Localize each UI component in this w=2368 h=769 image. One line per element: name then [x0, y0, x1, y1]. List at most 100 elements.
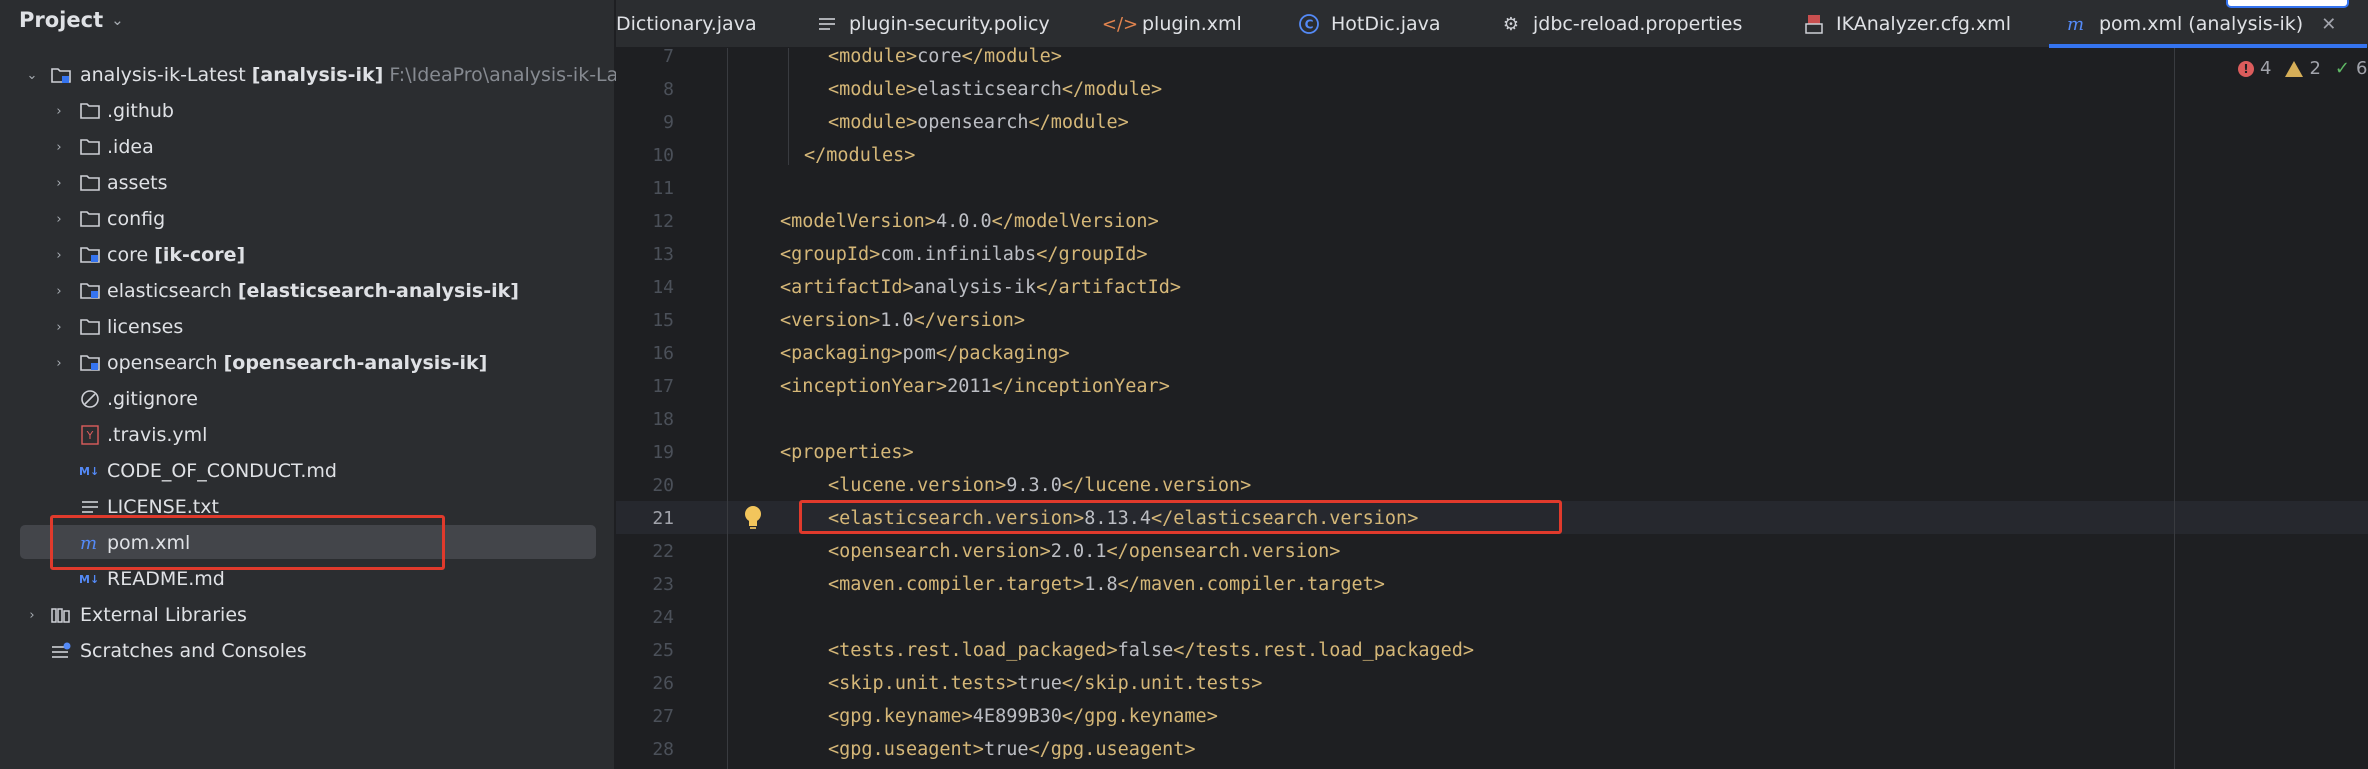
tree-file-code-of-conduct[interactable]: M↓ CODE_OF_CONDUCT.md [0, 453, 615, 489]
tree-item-label: .github [107, 100, 174, 122]
tree-item-label: licenses [107, 316, 184, 338]
project-header[interactable]: Project ⌄ [0, 0, 615, 40]
chevron-right-icon[interactable]: › [52, 212, 66, 227]
line-number: 24 [652, 607, 674, 628]
chevron-right-icon[interactable]: › [52, 320, 66, 335]
svg-text:M↓: M↓ [79, 465, 99, 478]
tree-item-licenses[interactable]: › licenses [0, 309, 615, 345]
line-number: 10 [652, 145, 674, 166]
tab-ikanalyzer-cfg-xml[interactable]: IKAnalyzer.cfg.xml [1802, 0, 2011, 48]
tree-item-external-libraries[interactable]: › External Libraries [0, 597, 615, 633]
project-panel: Project ⌄ ⌄ analysis-ik-Latest [analysis… [0, 0, 619, 769]
line-number: 7 [663, 46, 674, 67]
annotation-highlight-box [50, 515, 445, 570]
right-margin-guide [2174, 48, 2175, 769]
tree-file-label: .gitignore [107, 388, 198, 410]
chevron-down-icon[interactable]: ⌄ [111, 11, 124, 29]
module-folder-icon [50, 64, 72, 86]
tree-item-idea[interactable]: › .idea [0, 129, 615, 165]
tab-label: Dictionary.java [616, 13, 757, 35]
line-number: 8 [663, 79, 674, 100]
line-number: 25 [652, 640, 674, 661]
java-class-icon: C [1297, 12, 1321, 36]
code-line: <gpg.useagent>true</gpg.useagent> [828, 739, 1196, 760]
code-line: <skip.unit.tests>true</skip.unit.tests> [828, 673, 1263, 694]
root-module: [analysis-ik] [251, 64, 384, 86]
code-line: <version>1.0</version> [780, 310, 1026, 331]
tree-item-label: Scratches and Consoles [80, 640, 307, 662]
markdown-file-icon: M↓ [79, 460, 101, 482]
chevron-right-icon[interactable]: › [52, 104, 66, 119]
tab-pom-xml-active[interactable]: m pom.xml (analysis-ik) ✕ [2065, 0, 2336, 48]
chevron-right-icon[interactable]: › [52, 140, 66, 155]
markdown-file-icon: M↓ [79, 568, 101, 590]
tree-file-label: CODE_OF_CONDUCT.md [107, 460, 337, 482]
tree-file-travis[interactable]: Y .travis.yml [0, 417, 615, 453]
code-line: <opensearch.version>2.0.1</opensearch.ve… [828, 541, 1341, 562]
code-line: <lucene.version>9.3.0</lucene.version> [828, 475, 1252, 496]
xml-file-icon: </> [1101, 13, 1139, 35]
code-line: <module>elasticsearch</module> [828, 79, 1163, 100]
line-number: 28 [652, 739, 674, 760]
code-line: <modelVersion>4.0.0</modelVersion> [780, 211, 1159, 232]
gear-icon: ⚙ [1502, 13, 1520, 35]
svg-text:M↓: M↓ [79, 573, 99, 586]
tab-plugin-xml[interactable]: </> plugin.xml [1101, 0, 1242, 48]
gutter-separator [727, 48, 728, 769]
ignore-file-icon [79, 388, 101, 410]
error-icon: ! [2238, 60, 2254, 77]
root-name: analysis-ik-Latest [80, 64, 246, 86]
tree-item-opensearch[interactable]: › opensearch [opensearch-analysis-ik] [0, 345, 615, 381]
chevron-down-icon[interactable]: ⌄ [25, 68, 39, 83]
folder-icon [79, 208, 101, 230]
tree-item-elasticsearch[interactable]: › elasticsearch [elasticsearch-analysis-… [0, 273, 615, 309]
code-line: <inceptionYear>2011</inceptionYear> [780, 376, 1170, 397]
chevron-right-icon[interactable]: › [52, 284, 66, 299]
line-number: 19 [652, 442, 674, 463]
line-number: 20 [652, 475, 674, 496]
close-icon[interactable]: ✕ [2321, 14, 2336, 35]
tree-item-scratches[interactable]: Scratches and Consoles [0, 633, 615, 669]
tree-item-config[interactable]: › config [0, 201, 615, 237]
ok-count: 6 [2356, 58, 2368, 79]
tree-file-gitignore[interactable]: .gitignore [0, 381, 615, 417]
tree-item-core[interactable]: › core [ik-core] [0, 237, 615, 273]
code-line: <artifactId>analysis-ik</artifactId> [780, 277, 1181, 298]
chevron-right-icon[interactable]: › [25, 608, 39, 623]
code-line: <packaging>pom</packaging> [780, 343, 1070, 364]
lightbulb-icon[interactable] [740, 503, 766, 531]
warning-count: 2 [2309, 58, 2321, 79]
chevron-right-icon[interactable]: › [52, 356, 66, 371]
tree-item-assets[interactable]: › assets [0, 165, 615, 201]
tree-file-label: .travis.yml [107, 424, 208, 446]
check-icon: ✓ [2334, 58, 2350, 79]
chevron-right-icon[interactable]: › [52, 248, 66, 263]
line-number: 17 [652, 376, 674, 397]
line-number: 18 [652, 409, 674, 430]
tab-label: HotDic.java [1331, 13, 1441, 35]
tree-file-label: README.md [107, 568, 225, 590]
folder-icon [79, 172, 101, 194]
tab-hotdic-java[interactable]: C HotDic.java [1297, 0, 1441, 48]
tree-item-module: [ik-core] [154, 244, 246, 266]
folder-icon [79, 136, 101, 158]
warning-icon [2285, 60, 2304, 77]
config-file-icon [1802, 12, 1826, 36]
line-number: 22 [652, 541, 674, 562]
tree-item-label: config [107, 208, 166, 230]
inspection-widget[interactable]: ! 4 2 ✓ 6 [2238, 58, 2367, 79]
tree-item-github[interactable]: › .github [0, 93, 615, 129]
tab-jdbc-reload-properties[interactable]: ⚙ jdbc-reload.properties [1499, 0, 1742, 48]
code-line: <module>opensearch</module> [828, 112, 1129, 133]
line-number: 13 [652, 244, 674, 265]
module-folder-icon [79, 244, 101, 266]
folder-icon [79, 100, 101, 122]
tree-item-label: opensearch [107, 352, 218, 374]
line-number: 11 [652, 178, 674, 199]
text-file-icon [815, 12, 839, 36]
maven-file-icon: m [2065, 12, 2089, 36]
tree-root-analysis-ik[interactable]: ⌄ analysis-ik-Latest [analysis-ik] F:\Id… [0, 57, 619, 93]
chevron-right-icon[interactable]: › [52, 176, 66, 191]
tab-label: pom.xml (analysis-ik) [2099, 13, 2304, 35]
scratches-icon [50, 640, 72, 662]
